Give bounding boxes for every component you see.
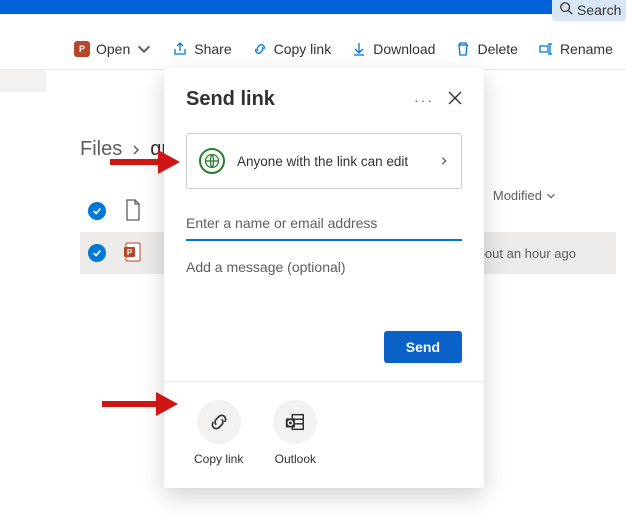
outlook-option[interactable]: Outlook bbox=[273, 400, 317, 466]
message-input[interactable] bbox=[186, 259, 462, 275]
svg-text:P: P bbox=[127, 248, 133, 257]
link-permissions-button[interactable]: Anyone with the link can edit bbox=[186, 133, 462, 189]
column-modified-label: Modified bbox=[493, 188, 542, 203]
globe-icon bbox=[199, 148, 225, 174]
window-title-bar bbox=[0, 0, 626, 14]
delete-label: Delete bbox=[477, 41, 517, 57]
send-link-dialog: Send link ··· Anyone with the link can e… bbox=[164, 68, 484, 488]
link-icon bbox=[252, 41, 268, 57]
copy-link-option[interactable]: Copy link bbox=[194, 400, 243, 466]
search-box[interactable]: Search bbox=[552, 0, 626, 21]
copy-link-label: Copy link bbox=[194, 452, 243, 466]
delete-button[interactable]: Delete bbox=[455, 41, 517, 57]
divider bbox=[164, 381, 484, 382]
chevron-down-icon bbox=[546, 191, 556, 201]
search-placeholder: Search bbox=[577, 2, 621, 18]
search-icon bbox=[559, 1, 573, 18]
chevron-right-icon bbox=[439, 156, 449, 166]
share-label: Share bbox=[194, 41, 231, 57]
rename-icon bbox=[538, 41, 554, 57]
outlook-label: Outlook bbox=[275, 452, 316, 466]
copy-link-button[interactable]: Copy link bbox=[252, 41, 332, 57]
row-checkbox[interactable] bbox=[88, 244, 106, 262]
powerpoint-file-icon: P bbox=[124, 241, 142, 266]
copy-link-circle bbox=[197, 400, 241, 444]
breadcrumb-root[interactable]: Files bbox=[80, 138, 122, 161]
outlook-icon bbox=[284, 411, 306, 433]
close-button[interactable] bbox=[448, 91, 462, 108]
powerpoint-icon: P bbox=[74, 41, 90, 57]
link-icon bbox=[208, 411, 230, 433]
recipient-input[interactable] bbox=[186, 211, 462, 241]
copy-link-label: Copy link bbox=[274, 41, 332, 57]
column-modified-header[interactable]: Modified bbox=[493, 188, 556, 203]
file-icon bbox=[124, 199, 142, 224]
command-bar: P Open Share Copy link Download Delete R… bbox=[0, 28, 626, 70]
download-button[interactable]: Download bbox=[351, 41, 435, 57]
row-checkbox[interactable] bbox=[88, 202, 106, 220]
modified-cell: About an hour ago bbox=[469, 246, 576, 261]
dialog-title: Send link bbox=[186, 88, 275, 111]
download-icon bbox=[351, 41, 367, 57]
send-button[interactable]: Send bbox=[384, 331, 462, 363]
share-icon bbox=[172, 41, 188, 57]
download-label: Download bbox=[373, 41, 435, 57]
close-icon bbox=[448, 91, 462, 105]
outlook-circle bbox=[273, 400, 317, 444]
open-label: Open bbox=[96, 41, 130, 57]
chevron-right-icon bbox=[130, 144, 142, 156]
permission-text: Anyone with the link can edit bbox=[237, 154, 427, 169]
check-icon bbox=[92, 248, 102, 258]
more-options-button[interactable]: ··· bbox=[414, 93, 434, 107]
nav-stub bbox=[0, 70, 46, 92]
chevron-down-icon bbox=[136, 41, 152, 57]
check-icon bbox=[92, 206, 102, 216]
open-button[interactable]: P Open bbox=[74, 41, 152, 57]
rename-label: Rename bbox=[560, 41, 613, 57]
trash-icon bbox=[455, 41, 471, 57]
share-button[interactable]: Share bbox=[172, 41, 231, 57]
rename-button[interactable]: Rename bbox=[538, 41, 613, 57]
